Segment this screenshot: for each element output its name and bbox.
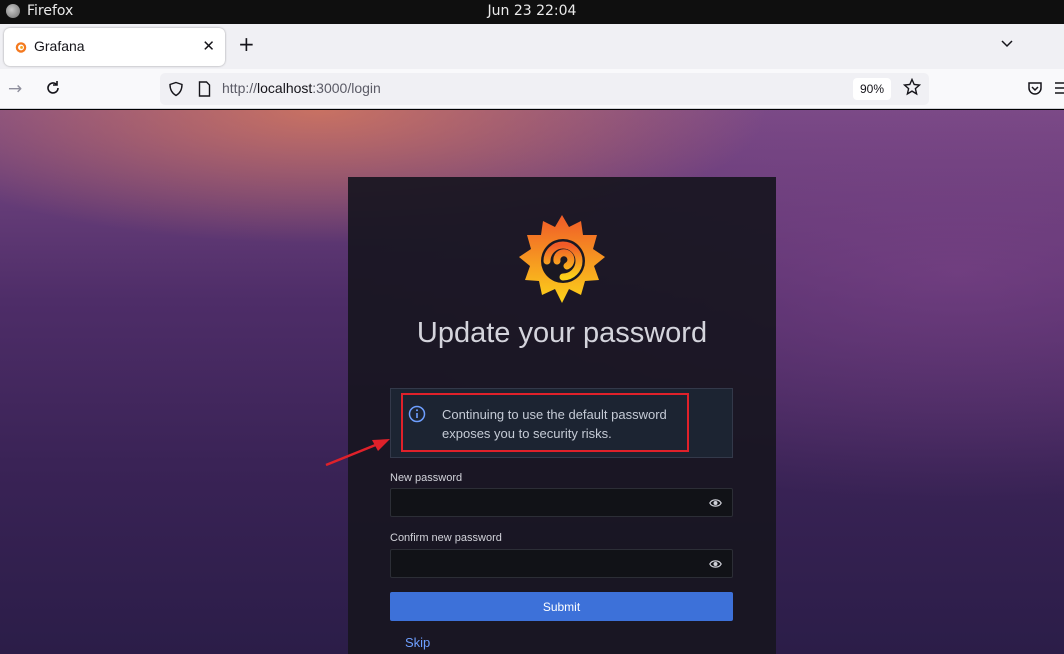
grafana-logo-icon: [519, 215, 605, 303]
new-password-input[interactable]: [391, 489, 701, 516]
url-path: :3000/login: [312, 80, 381, 96]
tab-title: Grafana: [34, 38, 85, 54]
app-menu-icon[interactable]: [1054, 80, 1064, 96]
bookmark-star-icon[interactable]: [903, 78, 921, 96]
url-text[interactable]: http://localhost:3000/login: [222, 80, 381, 96]
page-title: Update your password: [416, 317, 708, 349]
tab-grafana[interactable]: Grafana ✕: [4, 28, 225, 66]
annotation-arrow: [325, 439, 390, 467]
confirm-password-field[interactable]: [390, 549, 733, 578]
tab-strip: Grafana ✕ +: [0, 24, 1064, 69]
forward-arrow-icon[interactable]: →: [8, 79, 22, 99]
skip-link[interactable]: Skip: [405, 635, 430, 650]
reload-icon[interactable]: [44, 79, 62, 97]
page-viewport: Update your password Continuing to use t…: [0, 110, 1064, 654]
show-password-eye-icon[interactable]: [709, 497, 722, 509]
new-password-label: New password: [390, 472, 463, 484]
submit-button[interactable]: Submit: [390, 592, 733, 621]
grafana-favicon-icon: [15, 42, 27, 53]
navigation-bar: → http://localhost:3000/login 90%: [0, 69, 1064, 109]
os-top-bar: Firefox Jun 23 22:04: [0, 0, 1064, 24]
page-info-icon[interactable]: [198, 81, 211, 97]
login-card: Update your password Continuing to use t…: [348, 177, 776, 654]
show-confirm-password-eye-icon[interactable]: [709, 558, 722, 570]
new-tab-icon[interactable]: +: [238, 34, 255, 54]
pocket-icon[interactable]: [1027, 80, 1043, 96]
url-bar[interactable]: http://localhost:3000/login 90%: [160, 73, 929, 105]
confirm-password-input[interactable]: [391, 550, 701, 577]
confirm-password-label: Confirm new password: [390, 532, 502, 544]
zoom-level-badge[interactable]: 90%: [853, 78, 892, 100]
url-host: localhost: [257, 80, 313, 96]
system-clock[interactable]: Jun 23 22:04: [0, 3, 1064, 19]
list-all-tabs-icon[interactable]: [1000, 37, 1014, 51]
tracking-protection-shield-icon[interactable]: [168, 81, 184, 97]
tab-close-icon[interactable]: ✕: [202, 37, 215, 55]
annotation-highlight-box: [401, 393, 689, 452]
url-scheme: http://: [222, 80, 258, 96]
new-password-field[interactable]: [390, 488, 733, 517]
